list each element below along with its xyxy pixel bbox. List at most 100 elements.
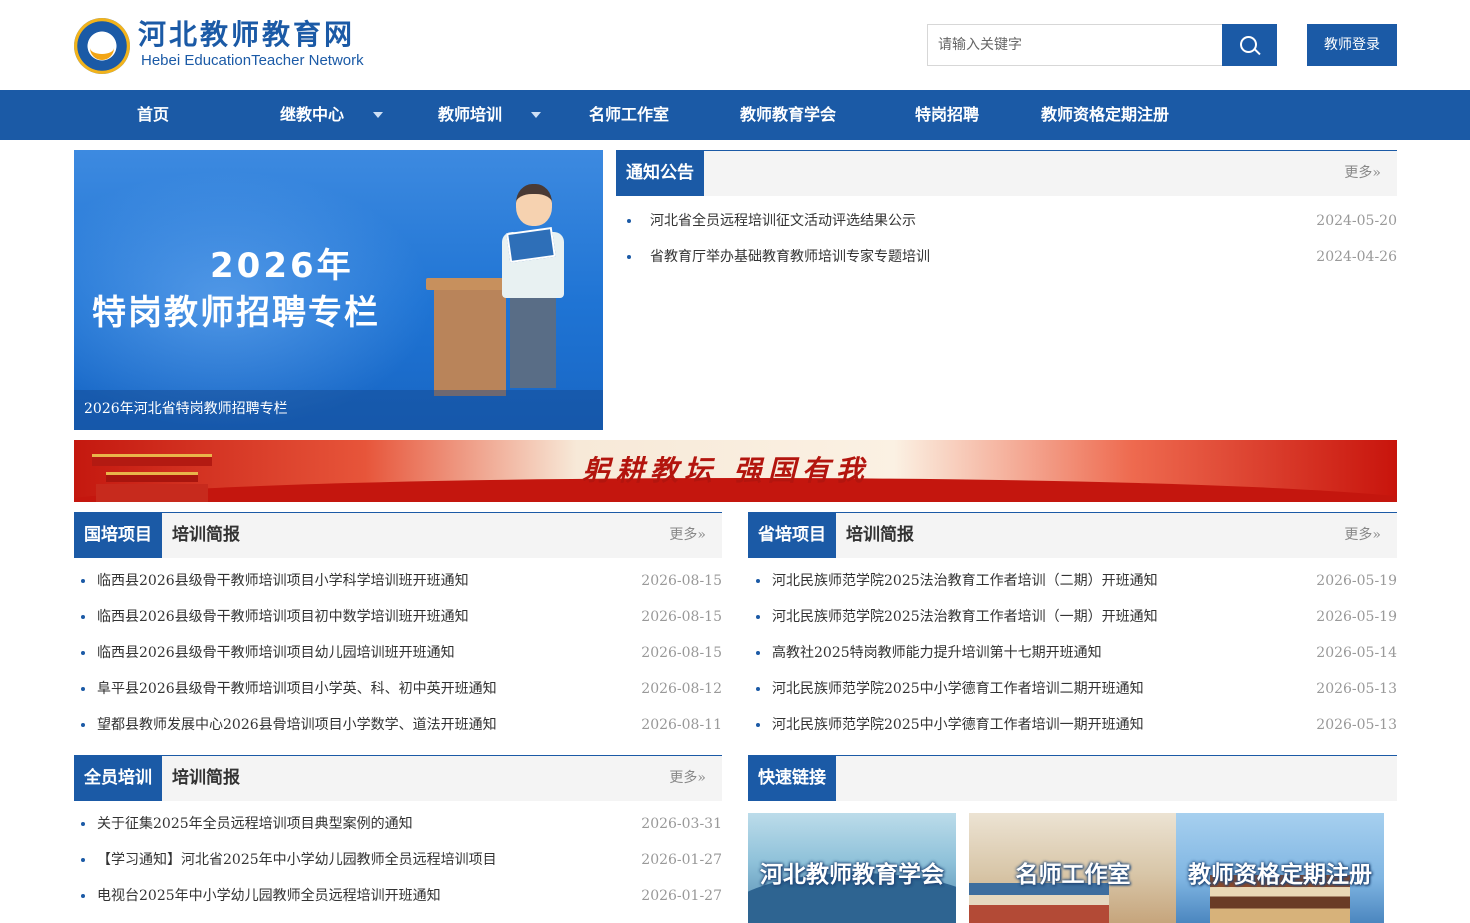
list-item: 临西县2026县级骨干教师培训项目幼儿园培训班开班通知 2026-08-15 [81, 635, 722, 671]
list-item: 高教社2025特岗教师能力提升培训第十七期开班通知 2026-05-14 [756, 635, 1397, 671]
shengpei-more-link[interactable]: 更多» [1344, 513, 1381, 558]
list-item: 河北民族师范学院2025法治教育工作者培训（二期）开班通知 2026-05-19 [756, 563, 1397, 599]
shengpei-title[interactable]: 河北民族师范学院2025中小学德育工作者培训二期开班通知 [772, 671, 1144, 707]
teacher-legs [510, 298, 556, 388]
list-item: 临西县2026县级骨干教师培训项目初中数学培训班开班通知 2026-08-15 [81, 599, 722, 635]
bullet-icon [81, 723, 85, 727]
quicklinks-header: 快速链接 [748, 755, 1397, 801]
quanyuan-list: 关于征集2025年全员远程培训项目典型案例的通知 2026-03-31 【学习通知… [81, 806, 722, 914]
list-item: 望都县教师发展中心2026县骨培训项目小学数学、道法开班通知 2026-08-11 [81, 707, 722, 743]
list-item: 【学习通知】河北省2025年中小学幼儿园教师全员远程培训项目 2026-01-27 [81, 842, 722, 878]
quicklink-certificate-registration[interactable]: 教师资格定期注册 [1176, 813, 1384, 923]
guopei-tag[interactable]: 国培项目 [74, 513, 162, 558]
quanyuan-header: 全员培训 培训简报 更多» [74, 755, 722, 801]
notice-date: 2024-05-20 [1316, 213, 1397, 229]
list-item: 河北民族师范学院2025中小学德育工作者培训二期开班通知 2026-05-13 [756, 671, 1397, 707]
bullet-icon [756, 723, 760, 727]
books-illustration [969, 883, 1109, 923]
guopei-more-link[interactable]: 更多» [669, 513, 706, 558]
nav-item-home[interactable]: 首页 [137, 90, 169, 140]
bullet-icon [81, 822, 85, 826]
nav-item-master-studio[interactable]: 名师工作室 [589, 90, 669, 140]
guopei-title[interactable]: 临西县2026县级骨干教师培训项目幼儿园培训班开班通知 [97, 635, 455, 671]
list-item: 关于征集2025年全员远程培训项目典型案例的通知 2026-03-31 [81, 806, 722, 842]
quanyuan-tag[interactable]: 全员培训 [74, 756, 162, 801]
quicklink-label: 名师工作室 [1015, 862, 1131, 888]
nav-item-special-recruitment[interactable]: 特岗招聘 [915, 90, 979, 140]
tiananmen-icon [92, 448, 212, 502]
shengpei-title[interactable]: 河北民族师范学院2025法治教育工作者培训（一期）开班通知 [772, 599, 1158, 635]
shengpei-header: 省培项目 培训简报 更多» [748, 512, 1397, 558]
nav-item-certificate-registration[interactable]: 教师资格定期注册 [1041, 90, 1169, 140]
shengpei-subtitle[interactable]: 培训简报 [846, 513, 914, 558]
bullet-icon [81, 579, 85, 583]
quanyuan-subtitle[interactable]: 培训简报 [172, 756, 240, 801]
chevron-down-icon[interactable] [373, 112, 383, 118]
notice-title[interactable]: 省教育厅举办基础教育教师培训专家专题培训 [650, 239, 930, 275]
chevron-down-icon[interactable] [531, 112, 541, 118]
nav-item-continuing-education[interactable]: 继教中心 [280, 90, 344, 140]
shengpei-date: 2026-05-19 [1316, 573, 1397, 589]
shengpei-title[interactable]: 高教社2025特岗教师能力提升培训第十七期开班通知 [772, 635, 1102, 671]
nav-item-education-society[interactable]: 教师教育学会 [740, 90, 836, 140]
shengpei-tag[interactable]: 省培项目 [748, 513, 836, 558]
gate-roof-lower [106, 472, 198, 482]
teacher-head [516, 184, 552, 226]
list-item: 河北民族师范学院2025法治教育工作者培训（一期）开班通知 2026-05-19 [756, 599, 1397, 635]
quicklink-label: 河北教师教育学会 [760, 862, 944, 888]
logo-emblem-icon [74, 18, 130, 74]
notice-more-link[interactable]: 更多» [1344, 151, 1381, 196]
bullet-icon [756, 687, 760, 691]
gate-wall [96, 484, 208, 502]
notice-title[interactable]: 河北省全员远程培训征文活动评选结果公示 [650, 203, 916, 239]
shengpei-date: 2026-05-19 [1316, 609, 1397, 625]
quanyuan-title[interactable]: 关于征集2025年全员远程培训项目典型案例的通知 [97, 806, 413, 842]
guopei-date: 2026-08-15 [641, 609, 722, 625]
quicklink-master-studio[interactable]: 名师工作室 [969, 813, 1177, 923]
site-logo[interactable]: 河北教师教育网 Hebei EducationTeacher Network [74, 16, 394, 74]
guopei-title[interactable]: 临西县2026县级骨干教师培训项目小学科学培训班开班通知 [97, 563, 469, 599]
shengpei-date: 2026-05-13 [1316, 717, 1397, 733]
hero-banner[interactable]: 2026年 特岗教师招聘专栏 2026年河北省特岗教师招聘专栏 [74, 150, 603, 430]
quanyuan-more-link[interactable]: 更多» [669, 756, 706, 801]
guopei-date: 2026-08-12 [641, 681, 722, 697]
quanyuan-date: 2026-03-31 [641, 816, 722, 832]
quanyuan-title[interactable]: 【学习通知】河北省2025年中小学幼儿园教师全员远程培训项目 [97, 842, 497, 878]
list-item: 河北省全员远程培训征文活动评选结果公示 2024-05-20 [627, 203, 1397, 239]
slogan-banner[interactable]: 躬耕教坛 强国有我 [74, 440, 1397, 502]
shengpei-date: 2026-05-13 [1316, 681, 1397, 697]
quanyuan-date: 2026-01-27 [641, 888, 722, 904]
shengpei-list: 河北民族师范学院2025法治教育工作者培训（二期）开班通知 2026-05-19 … [756, 563, 1397, 743]
list-item: 临西县2026县级骨干教师培训项目小学科学培训班开班通知 2026-08-15 [81, 563, 722, 599]
shengpei-date: 2026-05-14 [1316, 645, 1397, 661]
nav-item-teacher-training[interactable]: 教师培训 [438, 90, 502, 140]
search-icon-handle [1254, 48, 1261, 56]
hero-caption[interactable]: 2026年河北省特岗教师招聘专栏 [74, 390, 603, 430]
bullet-icon [81, 615, 85, 619]
bullet-icon [756, 579, 760, 583]
search-input[interactable] [927, 24, 1223, 66]
notice-tag[interactable]: 通知公告 [616, 151, 704, 196]
list-item: 省教育厅举办基础教育教师培训专家专题培训 2024-04-26 [627, 239, 1397, 275]
main-nav: 首页 继教中心 教师培训 名师工作室 教师教育学会 特岗招聘 教师资格定期注册 [0, 90, 1470, 140]
guopei-date: 2026-08-15 [641, 573, 722, 589]
search-button[interactable] [1222, 24, 1277, 66]
quicklink-education-society[interactable]: 河北教师教育学会 [748, 813, 956, 923]
guopei-title[interactable]: 临西县2026县级骨干教师培训项目初中数学培训班开班通知 [97, 599, 469, 635]
guopei-title[interactable]: 望都县教师发展中心2026县骨培训项目小学数学、道法开班通知 [97, 707, 497, 743]
list-item: 河北民族师范学院2025中小学德育工作者培训一期开班通知 2026-05-13 [756, 707, 1397, 743]
guopei-list: 临西县2026县级骨干教师培训项目小学科学培训班开班通知 2026-08-15 临… [81, 563, 722, 743]
notice-list: 河北省全员远程培训征文活动评选结果公示 2024-05-20 省教育厅举办基础教育… [627, 203, 1397, 275]
bullet-icon [756, 651, 760, 655]
logo-title-en: Hebei EducationTeacher Network [141, 52, 364, 69]
shengpei-title[interactable]: 河北民族师范学院2025法治教育工作者培训（二期）开班通知 [772, 563, 1158, 599]
quanyuan-title[interactable]: 电视台2025年中小学幼儿园教师全员远程培训开班通知 [97, 878, 441, 914]
guopei-header: 国培项目 培训简报 更多» [74, 512, 722, 558]
quicklinks-tag[interactable]: 快速链接 [748, 756, 836, 801]
shengpei-title[interactable]: 河北民族师范学院2025中小学德育工作者培训一期开班通知 [772, 707, 1144, 743]
guopei-title[interactable]: 阜平县2026县级骨干教师培训项目小学英、科、初中英开班通知 [97, 671, 497, 707]
guopei-subtitle[interactable]: 培训简报 [172, 513, 240, 558]
bullet-icon [81, 687, 85, 691]
teacher-login-button[interactable]: 教师登录 [1307, 24, 1397, 66]
notice-date: 2024-04-26 [1316, 249, 1397, 265]
